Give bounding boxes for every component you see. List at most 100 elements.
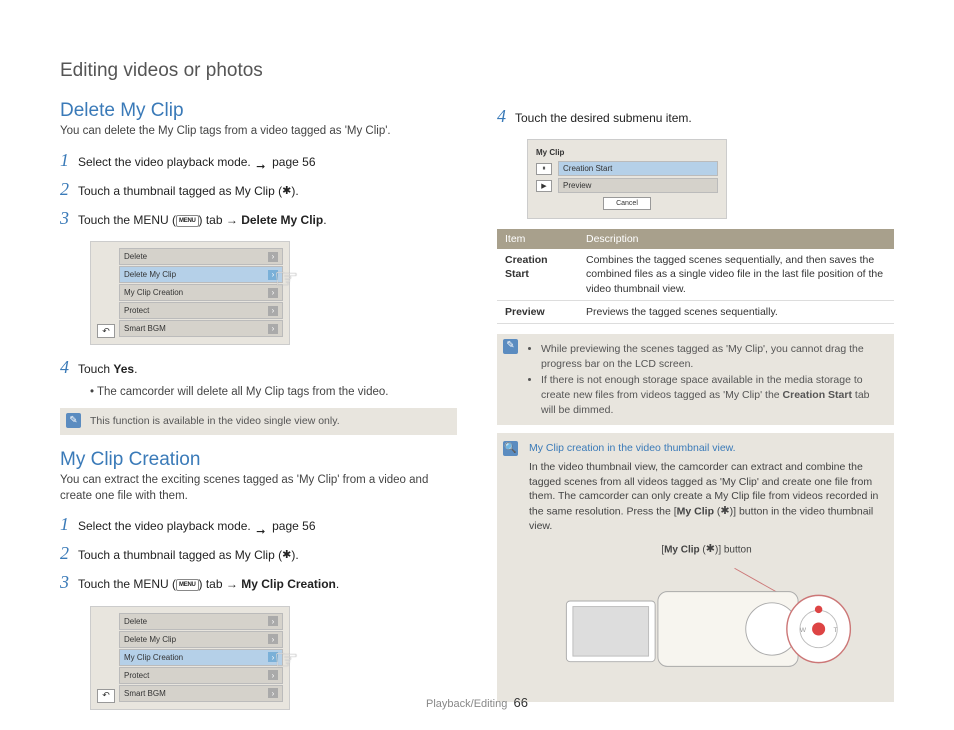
page-number: 66	[513, 695, 527, 710]
menu-item-delete: Delete›	[119, 248, 283, 265]
step-text: ) tab →	[199, 577, 242, 591]
note-bullet: If there is not enough storage space ava…	[541, 373, 886, 417]
columns: Delete My Clip You can delete the My Cli…	[60, 100, 894, 720]
table-cell-item: Creation Start	[497, 249, 578, 300]
creation-step-1: 1 Select the video playback mode. page 5…	[60, 512, 457, 537]
submenu-row-preview: ▶ Preview	[536, 178, 718, 193]
step-text: Touch a thumbnail tagged as My Clip (	[78, 548, 282, 562]
play-icon: ▶	[536, 180, 552, 192]
submenu-screenshot: My Clip ⏸ Creation Start ▶ Preview Cance…	[527, 139, 727, 219]
note-bullet: While previewing the scenes tagged as 'M…	[541, 342, 886, 371]
step-text: ) tab →	[199, 213, 242, 227]
chevron-right-icon: ›	[268, 306, 278, 316]
step-text: ).	[291, 548, 298, 562]
camcorder-illustration: W T	[529, 564, 884, 694]
step-number: 1	[60, 148, 78, 173]
tip-title: My Clip creation in the video thumbnail …	[529, 441, 884, 456]
note-single-view: ✎ This function is available in the vide…	[60, 408, 457, 435]
table-row: Preview Previews the tagged scenes seque…	[497, 300, 894, 323]
page-ref: page 56	[272, 155, 315, 169]
creation-step-2: 2 Touch a thumbnail tagged as My Clip (✱…	[60, 541, 457, 566]
section-delete-title: Delete My Clip	[60, 100, 457, 122]
page-footer: Playback/Editing 66	[0, 695, 954, 710]
step-number: 4	[497, 104, 515, 129]
table-header-description: Description	[578, 229, 894, 249]
delete-step-2: 2 Touch a thumbnail tagged as My Clip (✱…	[60, 177, 457, 202]
menu-item-my-clip-creation: My Clip Creation›	[119, 649, 283, 666]
tip-body: In the video thumbnail view, the camcord…	[529, 460, 884, 534]
chevron-right-icon: ›	[268, 324, 278, 334]
menu-item-delete-my-clip: Delete My Clip›	[119, 631, 283, 648]
arrow-right-icon	[256, 158, 270, 166]
delete-step-1: 1 Select the video playback mode. page 5…	[60, 148, 457, 173]
step-number: 3	[60, 206, 78, 231]
step-number: 1	[60, 512, 78, 537]
touch-hand-icon: ☞	[274, 262, 299, 295]
myclip-icon: ✱	[720, 504, 729, 519]
myclip-icon: ✱	[282, 548, 291, 563]
table-header-item: Item	[497, 229, 578, 249]
chevron-right-icon: ›	[268, 252, 278, 262]
submenu-row-creation-start: ⏸ Creation Start	[536, 161, 718, 176]
menu-icon: MENU	[176, 215, 198, 227]
step-text: Touch the desired submenu item.	[515, 110, 894, 127]
step-number: 2	[60, 177, 78, 202]
left-column: Delete My Clip You can delete the My Cli…	[60, 100, 457, 720]
myclip-button-label: [My Clip (✱)] button	[529, 542, 884, 557]
note-icon: ✎	[503, 339, 518, 354]
pause-icon: ⏸	[536, 163, 552, 175]
menu-screenshot-delete: Delete› Delete My Clip› My Clip Creation…	[90, 241, 290, 345]
table-cell-desc: Combines the tagged scenes sequentially,…	[578, 249, 894, 300]
step-text: Touch a thumbnail tagged as My Clip (	[78, 184, 282, 198]
table-header-row: Item Description	[497, 229, 894, 249]
footer-section: Playback/Editing	[426, 698, 507, 710]
submenu-cancel: Cancel	[603, 197, 651, 210]
section-creation-title: My Clip Creation	[60, 449, 457, 471]
myclip-icon: ✱	[282, 184, 291, 199]
section-creation-intro: You can extract the exciting scenes tagg…	[60, 473, 457, 504]
document-page: Editing videos or photos Delete My Clip …	[0, 0, 954, 730]
right-column: 4 Touch the desired submenu item. My Cli…	[497, 100, 894, 720]
touch-hand-icon: ☞	[274, 643, 299, 676]
menu-item-delete: Delete›	[119, 613, 283, 630]
creation-step-4: 4 Touch the desired submenu item.	[497, 104, 894, 129]
page-title: Editing videos or photos	[60, 60, 894, 82]
step-text: Touch the MENU (	[78, 577, 176, 591]
step-text: Select the video playback mode.	[78, 155, 251, 169]
step-number: 2	[60, 541, 78, 566]
page-ref: page 56	[272, 519, 315, 533]
chevron-right-icon: ›	[268, 616, 278, 626]
menu-item-protect: Protect›	[119, 302, 283, 319]
tip-thumbnail-view: 🔍 My Clip creation in the video thumbnai…	[497, 433, 894, 701]
submenu-title: My Clip	[536, 148, 718, 157]
step-number: 4	[60, 355, 78, 380]
note-icon: ✎	[66, 413, 81, 428]
step-text: Touch the MENU (	[78, 213, 176, 227]
delete-step-3: 3 Touch the MENU (MENU) tab → Delete My …	[60, 206, 457, 231]
menu-item-my-clip-creation: My Clip Creation›	[119, 284, 283, 301]
myclip-icon: ✱	[706, 542, 715, 557]
step-text-bold: My Clip Creation	[241, 577, 336, 591]
magnifier-icon: 🔍	[503, 441, 518, 456]
back-icon: ↶	[97, 324, 115, 338]
menu-item-smart-bgm: Smart BGM›	[119, 320, 283, 337]
step-text: Touch	[78, 362, 113, 376]
menu-icon: MENU	[176, 579, 198, 591]
note-text: This function is available in the video …	[90, 415, 340, 427]
creation-step-3: 3 Touch the MENU (MENU) tab → My Clip Cr…	[60, 570, 457, 595]
menu-item-protect: Protect›	[119, 667, 283, 684]
arrow-right-icon	[256, 523, 270, 531]
step-text: Select the video playback mode.	[78, 519, 251, 533]
step-text-bold: Delete My Clip	[241, 213, 323, 227]
step-number: 3	[60, 570, 78, 595]
description-table: Item Description Creation Start Combines…	[497, 229, 894, 324]
camcorder-svg: W T	[529, 564, 884, 694]
table-cell-desc: Previews the tagged scenes sequentially.	[578, 300, 894, 323]
table-cell-item: Preview	[497, 300, 578, 323]
section-delete-intro: You can delete the My Clip tags from a v…	[60, 124, 457, 140]
delete-bullet: The camcorder will delete all My Clip ta…	[90, 384, 457, 400]
note-preview-limits: ✎ While previewing the scenes tagged as …	[497, 334, 894, 425]
table-row: Creation Start Combines the tagged scene…	[497, 249, 894, 300]
svg-text:T: T	[834, 626, 838, 633]
menu-item-delete-my-clip: Delete My Clip›	[119, 266, 283, 283]
